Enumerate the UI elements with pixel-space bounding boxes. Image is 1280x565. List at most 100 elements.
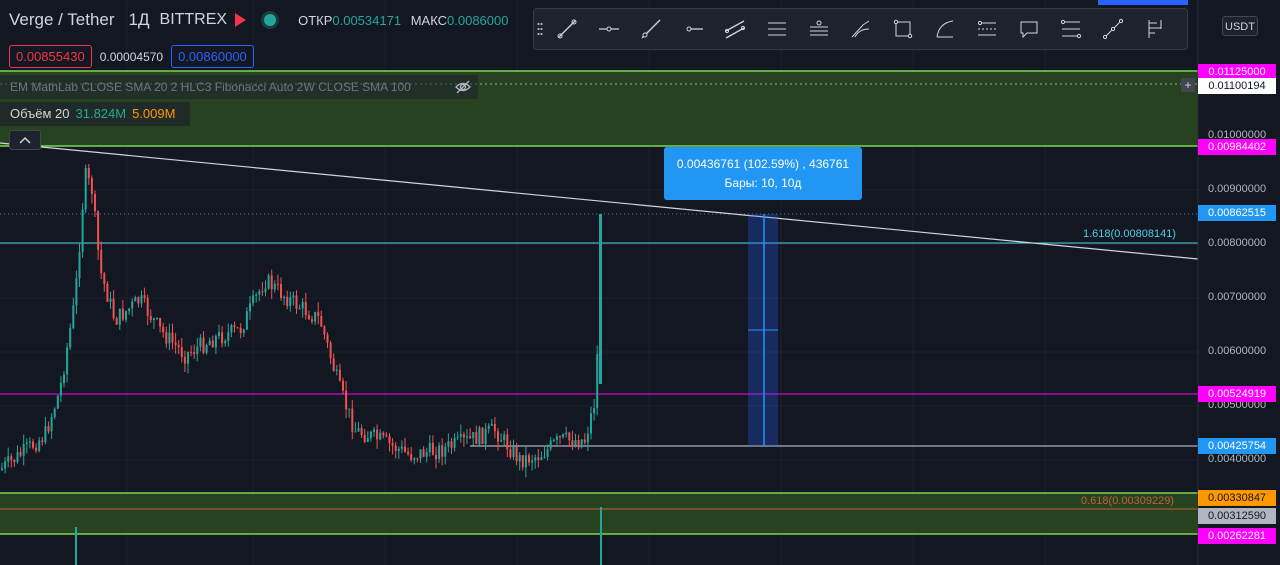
- top-accent-bar: [1098, 0, 1188, 5]
- candle-body: [177, 344, 180, 348]
- candle-body: [258, 291, 261, 295]
- candle-body: [121, 308, 124, 320]
- candle-body: [218, 332, 220, 337]
- candle-body: [53, 408, 56, 418]
- timeframe[interactable]: 1Д: [129, 10, 150, 30]
- candle-body: [500, 440, 503, 442]
- candle-body: [100, 249, 103, 274]
- flag-icon[interactable]: [235, 13, 247, 27]
- collapse-legend-button[interactable]: [9, 130, 41, 150]
- candle-body: [125, 311, 127, 320]
- candle-body: [159, 317, 162, 327]
- candle-body: [400, 446, 403, 449]
- callout-icon[interactable]: [1008, 9, 1050, 49]
- sell-price-button[interactable]: 0.00855430: [9, 45, 92, 68]
- drawing-toolbar: [533, 8, 1188, 50]
- candle-body: [152, 318, 155, 321]
- fib-retracement-icon[interactable]: [1050, 9, 1092, 49]
- parallel-channel-icon[interactable]: [714, 9, 756, 49]
- drag-handle-icon[interactable]: [534, 9, 546, 49]
- candle-body: [22, 443, 25, 456]
- fib-extension-icon[interactable]: [1092, 9, 1134, 49]
- candle-body: [143, 295, 146, 299]
- fib-lower-label: 0.618(0.00309229): [1081, 495, 1174, 507]
- candle-body: [63, 374, 65, 384]
- candle-body: [441, 445, 444, 457]
- trend-line-icon[interactable]: [546, 9, 588, 49]
- candle-body: [326, 334, 329, 343]
- candle-body: [249, 303, 251, 312]
- buy-price-button[interactable]: 0.00860000: [171, 45, 254, 68]
- candle-body: [583, 439, 586, 443]
- price-label: 0.00862515: [1198, 205, 1276, 221]
- currency-button[interactable]: USDT: [1222, 16, 1258, 36]
- indicators-legend[interactable]: EM MathLab CLOSE SMA 20 2 HLC3 Fibonacci…: [0, 75, 478, 99]
- candle-body: [261, 291, 264, 293]
- open-label: ОТКР: [298, 12, 333, 28]
- candle-body: [13, 459, 16, 463]
- arc-icon[interactable]: [924, 9, 966, 49]
- candle-body: [431, 443, 434, 455]
- candle-body: [286, 296, 289, 307]
- pitchfork-icon[interactable]: [840, 9, 882, 49]
- candle-body: [490, 423, 493, 426]
- candle-body: [311, 319, 313, 322]
- candle-body: [47, 426, 50, 432]
- candle-body: [484, 428, 487, 444]
- candle-body: [590, 413, 592, 434]
- candle-body: [270, 275, 273, 290]
- candle-body: [487, 425, 490, 429]
- add-alert-button[interactable]: +: [1181, 78, 1195, 92]
- candle-body: [242, 329, 245, 333]
- candle-body: [320, 316, 323, 327]
- measure-tooltip: 0.00436761 (102.59%) , 436761 Бары: 10, …: [664, 147, 862, 200]
- candle-body: [307, 315, 310, 320]
- candle-body: [72, 305, 75, 328]
- candle-body: [407, 451, 410, 454]
- candle-body: [481, 427, 484, 444]
- candle-body: [363, 434, 366, 442]
- horizontal-line-icon[interactable]: [588, 9, 630, 49]
- candle-body: [245, 311, 248, 330]
- long-position-icon[interactable]: [966, 9, 1008, 49]
- candle-body: [19, 452, 22, 456]
- candle-body: [338, 369, 341, 381]
- candle-body: [342, 380, 344, 391]
- candle-body: [438, 445, 441, 460]
- candle-body: [214, 336, 217, 348]
- candle-body: [472, 432, 475, 439]
- candle-body: [75, 278, 78, 306]
- regression-trend-icon[interactable]: [756, 9, 798, 49]
- candle-body: [304, 302, 307, 316]
- candle-body: [4, 461, 7, 469]
- candle-body: [323, 326, 326, 335]
- candle-body: [512, 446, 515, 457]
- price-tick: 0.00600000: [1208, 345, 1267, 357]
- volume-legend[interactable]: Объём 20 31.824M 5.009M: [0, 102, 190, 126]
- horizontal-ray-icon[interactable]: [672, 9, 714, 49]
- candle-body: [25, 442, 28, 444]
- candle-body: [447, 441, 450, 447]
- chevron-up-icon: [19, 136, 31, 144]
- flat-top-bottom-icon[interactable]: [798, 9, 840, 49]
- candle-body: [366, 438, 369, 442]
- ohlc-values: ОТКР0.00534171 МАКС0.0086000: [298, 13, 508, 28]
- candle-body: [382, 432, 385, 436]
- candle-body: [385, 435, 388, 437]
- candle-body: [453, 437, 456, 448]
- eye-crossed-icon[interactable]: [454, 78, 472, 96]
- candle-body: [531, 460, 534, 463]
- candle-body: [168, 332, 171, 344]
- candle-body: [397, 448, 400, 451]
- candle-body: [528, 455, 530, 463]
- candle-body: [38, 440, 41, 451]
- symbol-name[interactable]: Verge / Tether: [9, 10, 115, 30]
- spread-value: 0.00004570: [99, 49, 164, 64]
- ray-icon[interactable]: [630, 9, 672, 49]
- candle-body: [475, 432, 478, 445]
- rectangle-icon[interactable]: [882, 9, 924, 49]
- candle-body: [227, 332, 230, 341]
- pitchfan-icon[interactable]: [1134, 9, 1176, 49]
- candle-body: [478, 427, 481, 445]
- candle-body: [180, 347, 183, 357]
